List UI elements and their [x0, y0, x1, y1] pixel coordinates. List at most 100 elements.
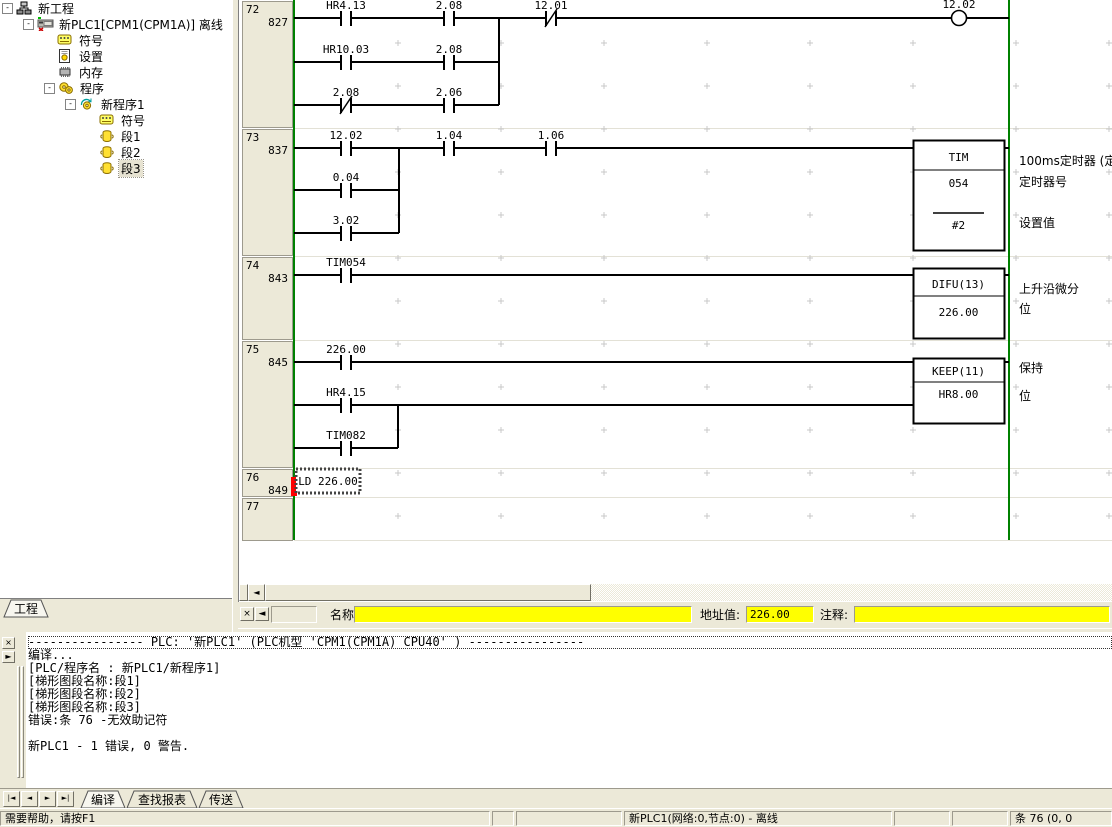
instruction-block-TIM[interactable]: TIM054#2 [913, 141, 1005, 251]
tab-compile[interactable]: 编译 [81, 791, 125, 808]
output-line[interactable]: [梯形图段名称:段2] [28, 688, 1112, 701]
expander-minus-icon[interactable]: - [44, 83, 55, 94]
tree-item-symbols[interactable]: 符号 [0, 32, 232, 48]
section-icon [99, 129, 117, 143]
tree-item-new-project[interactable]: - 新工程 [0, 0, 232, 16]
rung-margin-76[interactable]: 76849 [243, 470, 293, 498]
block-operand: HR8.00 [939, 388, 979, 401]
collapse-edit-bar-button[interactable]: ◄ [255, 607, 269, 621]
dock-grip[interactable] [21, 666, 24, 778]
symbols-icon [99, 113, 117, 127]
instruction-block-KEEP(11)[interactable]: KEEP(11) HR8.00 [913, 359, 1005, 424]
expander-minus-icon[interactable]: - [23, 19, 34, 30]
contact-label: HR10.03 [323, 43, 369, 56]
tree-item-new-program1[interactable]: -新程序1 [0, 96, 232, 112]
contact-label: 3.02 [333, 214, 360, 227]
contact-label: 12.01 [534, 0, 567, 12]
plc-icon [37, 17, 55, 31]
output-tabs-svg: 编译查找报表传送 [77, 790, 377, 809]
name-field[interactable] [354, 606, 692, 623]
block-mnemonic: KEEP(11) [932, 365, 985, 378]
contact-HR10.03[interactable]: HR10.03 [323, 43, 369, 70]
contact-TIM054[interactable]: TIM054 [326, 256, 366, 283]
contact-2.08[interactable]: 2.08 [333, 86, 360, 114]
block-operand: 226.00 [939, 306, 979, 319]
tree-item-settings[interactable]: 设置 [0, 48, 232, 64]
contact-1.06[interactable]: 1.06 [538, 129, 565, 156]
rung-margin-72[interactable]: 72827 [243, 2, 293, 128]
scrollbar-grip[interactable] [239, 584, 248, 601]
block-operand: 054 [949, 177, 969, 190]
next-tab-button[interactable]: ► [39, 791, 56, 807]
output-line[interactable] [28, 727, 1112, 740]
coil-label: 12.02 [942, 0, 975, 11]
prev-tab-button[interactable]: ◄ [21, 791, 38, 807]
contact-0.04[interactable]: 0.04 [333, 171, 360, 198]
contact-HR4.15[interactable]: HR4.15 [326, 386, 366, 413]
first-tab-button[interactable]: |◄ [3, 791, 20, 807]
contact-HR4.13[interactable]: HR4.13 [326, 0, 366, 26]
contact-2.08[interactable]: 2.08 [436, 0, 463, 26]
project-tree: -新工程-新PLC1[CPM1(CPM1A)] 离线符号设置内存-程序-新程序1… [0, 0, 232, 176]
tree-item-programs[interactable]: -程序 [0, 80, 232, 96]
rung-margin-73[interactable]: 73837 [243, 130, 293, 256]
tree-item-label: 内存 [77, 64, 105, 81]
output-line[interactable]: [PLC/程序名 : 新PLC1/新程序1] [28, 662, 1112, 675]
program1-icon [79, 97, 97, 111]
coil-12.02[interactable]: 12.02 [942, 0, 975, 26]
rung-margin-77[interactable]: 77 [243, 499, 293, 541]
tab-transfer[interactable]: 传送 [199, 791, 243, 808]
tree-item-label: 设置 [77, 48, 105, 65]
rung-number: 75 [246, 343, 259, 356]
tab-label: 工程 [14, 601, 38, 616]
project-workspace: -新工程-新PLC1[CPM1(CPM1A)] 离线符号设置内存-程序-新程序1… [0, 0, 232, 598]
output-line[interactable]: 错误:条 76 -无效助记符 [28, 714, 1112, 727]
address-value-field[interactable]: 226.00 [746, 606, 814, 623]
block-operand: #2 [952, 219, 965, 232]
horizontal-scrollbar: ◄ [239, 584, 1112, 601]
tree-item-section3[interactable]: 段3 [0, 160, 232, 176]
output-line[interactable]: ---------------- PLC: '新PLC1' (PLC机型 'CP… [28, 636, 1112, 649]
close-edit-bar-button[interactable]: × [240, 607, 254, 621]
output-line[interactable]: 新PLC1 - 1 错误, 0 警告. [28, 740, 1112, 753]
contact-label: HR4.15 [326, 386, 366, 399]
contact-2.08[interactable]: 2.08 [436, 43, 463, 70]
output-line[interactable]: [梯形图段名称:段1] [28, 675, 1112, 688]
workspace-tabs-svg: 工程 [0, 599, 232, 618]
tree-item-memory[interactable]: 内存 [0, 64, 232, 80]
dock-grip[interactable] [17, 666, 20, 778]
tab-find-report[interactable]: 查找报表 [127, 791, 197, 808]
right-bus-bar [1008, 0, 1010, 540]
error-instruction[interactable]: LD 226.00 [291, 469, 360, 496]
tree-item-program-symbols[interactable]: 符号 [0, 112, 232, 128]
tab-project[interactable]: 工程 [4, 600, 48, 617]
contact-label: 2.08 [333, 86, 360, 99]
contact-TIM082[interactable]: TIM082 [326, 429, 366, 456]
expander-minus-icon[interactable]: - [2, 3, 13, 14]
contact-12.02[interactable]: 12.02 [329, 129, 362, 156]
output-line[interactable]: [梯形图段名称:段3] [28, 701, 1112, 714]
contact-3.02[interactable]: 3.02 [333, 214, 360, 241]
last-tab-button[interactable]: ►| [57, 791, 74, 807]
rung-margin-75[interactable]: 75845 [243, 342, 293, 468]
instruction-block-DIFU(13)[interactable]: DIFU(13)226.00 [913, 269, 1005, 339]
expander-minus-icon[interactable]: - [65, 99, 76, 110]
comment-field[interactable] [854, 606, 1110, 623]
contact-226.00[interactable]: 226.00 [326, 343, 366, 370]
edit-bar-inset [271, 606, 317, 623]
scrollbar-thumb[interactable] [265, 584, 591, 601]
rung-margin-74[interactable]: 74843 [243, 258, 293, 340]
tree-item-plc1[interactable]: -新PLC1[CPM1(CPM1A)] 离线 [0, 16, 232, 32]
rung-number: 74 [246, 259, 260, 272]
tree-item-label: 新工程 [36, 0, 76, 17]
close-output-button[interactable]: × [2, 637, 15, 649]
tree-item-section1[interactable]: 段1 [0, 128, 232, 144]
contact-12.01[interactable]: 12.01 [534, 0, 567, 27]
expand-output-button[interactable]: ► [2, 651, 15, 663]
status-segment-help: 需要帮助，请按F1 [0, 811, 490, 826]
contact-1.04[interactable]: 1.04 [436, 129, 463, 156]
contact-2.06[interactable]: 2.06 [436, 86, 463, 113]
tree-item-section2[interactable]: 段2 [0, 144, 232, 160]
scroll-left-button[interactable]: ◄ [248, 584, 265, 601]
tree-item-label: 段2 [119, 144, 143, 161]
